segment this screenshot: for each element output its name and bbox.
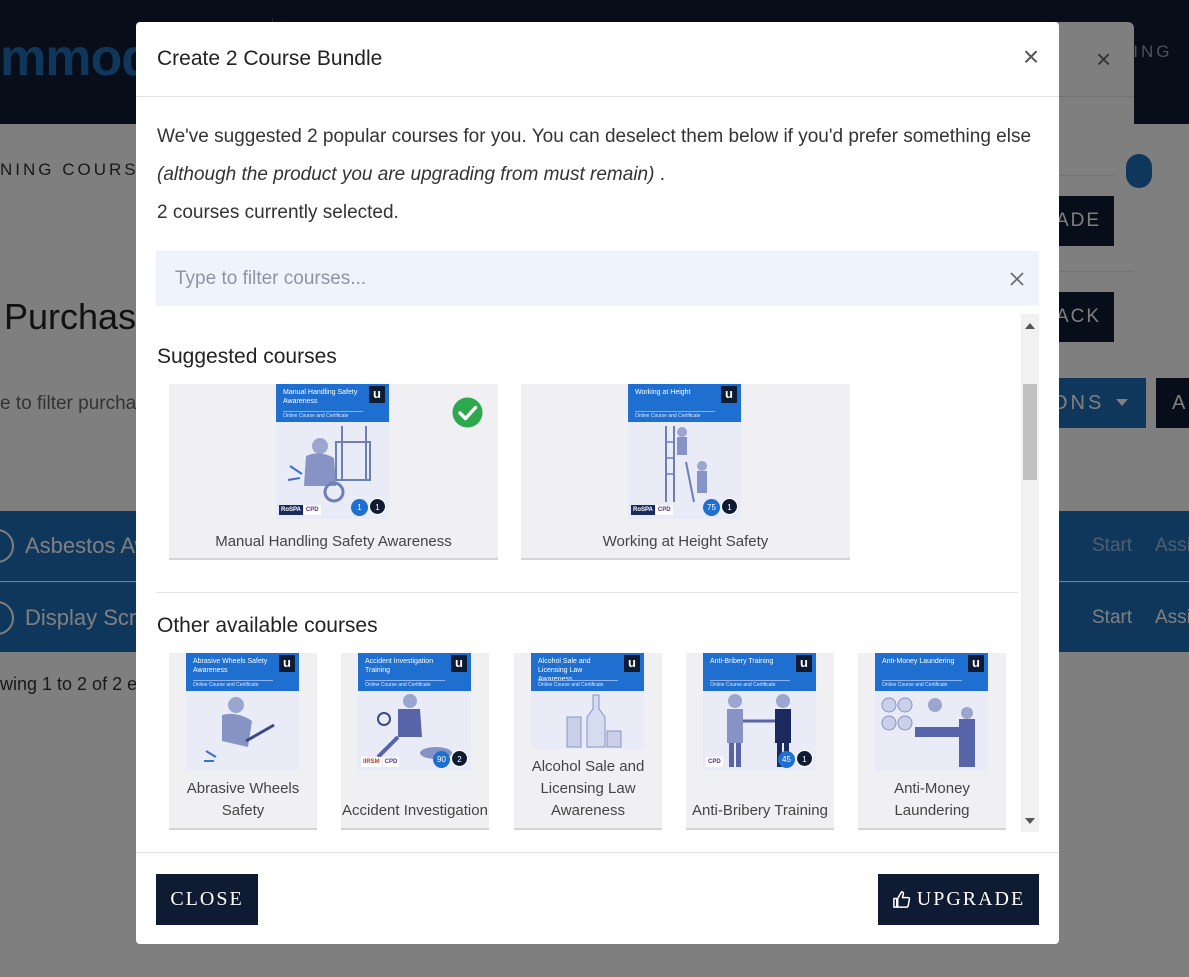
cpd-points-badge: 2 — [451, 750, 468, 767]
intro-end: . — [659, 164, 665, 185]
accreditation-logos: RoSPA CPD — [631, 498, 674, 516]
brand-logo-icon: u — [279, 655, 295, 672]
course-thumbnail: Manual Handling Safety Awareness Online … — [276, 384, 389, 519]
iirsm-logo: IIRSM — [361, 757, 382, 767]
rospa-logo: RoSPA — [279, 505, 303, 515]
brand-logo-icon: u — [369, 386, 385, 403]
course-filter-input[interactable] — [156, 251, 996, 306]
course-card-abrasive-wheels[interactable]: Abrasive Wheels Safety Awareness Online … — [169, 653, 317, 830]
brand-logo-icon: u — [451, 655, 467, 672]
course-card-accident-investigation[interactable]: Accident Investigation Training Online C… — [341, 653, 489, 830]
rospa-logo: RoSPA — [631, 505, 655, 515]
duration-badge: 45 — [778, 751, 795, 768]
cpd-points-badge: 1 — [796, 750, 813, 767]
intro-main: We've suggested 2 popular courses for yo… — [157, 126, 1032, 147]
course-thumbnail: Working at Height Online Course and Cert… — [628, 384, 741, 519]
cpd-logo: CPD — [655, 505, 673, 515]
grinder-worker-illustration — [204, 697, 275, 762]
thumbs-up-icon — [892, 891, 910, 908]
course-card-label: Alcohol Sale and Licensing Law Awareness — [531, 758, 645, 819]
course-card-label: Manual Handling Safety Awareness — [215, 533, 452, 550]
course-thumbnail: Abrasive Wheels Safety Awareness Online … — [186, 653, 299, 771]
accreditation-logos: RoSPA CPD — [279, 498, 322, 516]
course-card-label: Working at Height Safety — [602, 533, 769, 550]
course-thumbnail: Alcohol Sale and Licensing Law Awareness… — [531, 653, 644, 749]
course-card-anti-money-laundering[interactable]: Anti-Money Laundering Online Course and … — [858, 653, 1006, 830]
section-divider — [156, 592, 1018, 593]
course-list[interactable]: Suggested courses Manual Handling Safety… — [156, 314, 1039, 832]
intro-text: We've suggested 2 popular courses for yo… — [157, 118, 1047, 232]
scroll-up-arrow-icon[interactable] — [1025, 323, 1035, 329]
intro-italic: (although the product you are upgrading … — [157, 164, 655, 185]
course-card-label: Abrasive Wheels Safety — [186, 780, 300, 819]
thumbnail-subtitle: Online Course and Certificate — [283, 411, 363, 419]
thumbnail-subtitle: Online Course and Certificate — [538, 680, 618, 688]
thumbnail-badges: 11 — [350, 497, 386, 516]
close-icon[interactable]: × — [1020, 43, 1042, 71]
thumbnail-title: Working at Height — [635, 389, 691, 396]
thumbnail-subtitle: Online Course and Certificate — [635, 411, 715, 419]
cpd-points-badge: 1 — [721, 498, 738, 515]
close-button[interactable]: CLOSE — [156, 874, 258, 925]
cpd-logo: CPD — [382, 757, 400, 767]
course-card-label: Accident Investigation — [342, 802, 488, 819]
course-card-alcohol-sale[interactable]: Alcohol Sale and Licensing Law Awareness… — [514, 653, 662, 830]
suggested-courses-heading: Suggested courses — [157, 345, 337, 368]
selected-count: 2 courses currently selected. — [157, 202, 399, 223]
course-card-label: Anti-Bribery Training — [692, 802, 828, 819]
duration-badge: 75 — [703, 499, 720, 516]
thumbnail-title: Anti-Bribery Training — [710, 658, 774, 665]
thumbnail-title: Abrasive Wheels Safety Awareness — [193, 658, 268, 674]
course-filter — [156, 251, 1039, 306]
thumbnail-subtitle: Online Course and Certificate — [710, 680, 790, 688]
bottles-illustration — [566, 694, 622, 748]
course-bundle-modal: Create 2 Course Bundle × We've suggested… — [136, 22, 1059, 944]
course-thumbnail: Anti-Bribery Training Online Course and … — [703, 653, 816, 771]
course-thumbnail: Anti-Money Laundering Online Course and … — [875, 653, 988, 771]
cpd-logo: CPD — [706, 757, 723, 767]
thumbnail-badges: 90 2 — [432, 749, 468, 768]
brand-logo-icon: u — [721, 386, 737, 403]
thumbnail-subtitle: Online Course and Certificate — [365, 680, 445, 688]
clear-filter-icon[interactable] — [1008, 270, 1026, 288]
accreditation-logos: CPD — [706, 750, 724, 768]
thumbnail-badges: 45 1 — [777, 749, 813, 768]
course-card-working-at-height[interactable]: Working at Height Online Course and Cert… — [521, 384, 850, 560]
casino-illustration — [881, 697, 975, 767]
cpd-points-badge: 1 — [369, 498, 386, 515]
duration-badge: 90 — [433, 751, 450, 768]
duration-badge: 1 — [351, 499, 368, 516]
accreditation-logos: IIRSM CPD — [361, 750, 400, 768]
modal-footer: CLOSE UPGRADE — [136, 852, 1059, 944]
upgrade-button[interactable]: UPGRADE — [878, 874, 1039, 925]
cpd-logo: CPD — [303, 505, 321, 515]
course-card-manual-handling[interactable]: Manual Handling Safety Awareness Online … — [169, 384, 498, 560]
other-courses-heading: Other available courses — [157, 614, 378, 637]
thumbnail-title: Manual Handling Safety Awareness — [283, 389, 358, 405]
brand-logo-icon: u — [796, 655, 812, 672]
course-card-label: Anti-Money Laundering — [894, 780, 970, 819]
selected-check-icon — [452, 397, 483, 428]
course-thumbnail: Accident Investigation Training Online C… — [358, 653, 471, 771]
brand-logo-icon: u — [968, 655, 984, 672]
thumbnail-subtitle: Online Course and Certificate — [882, 680, 962, 688]
thumbnail-subtitle: Online Course and Certificate — [193, 680, 273, 688]
modal-title: Create 2 Course Bundle — [157, 47, 383, 70]
thumbnail-title: Anti-Money Laundering — [882, 658, 955, 665]
upgrade-button-label: UPGRADE — [916, 888, 1026, 910]
thumbnail-badges: 75 1 — [702, 497, 738, 516]
modal-header: Create 2 Course Bundle × — [136, 22, 1059, 97]
scroll-down-arrow-icon[interactable] — [1025, 818, 1035, 824]
course-card-anti-bribery[interactable]: Anti-Bribery Training Online Course and … — [686, 653, 834, 830]
thumbnail-title: Accident Investigation Training — [365, 658, 434, 674]
brand-logo-icon: u — [624, 655, 640, 672]
scrollbar-thumb[interactable] — [1023, 384, 1037, 480]
vertical-scrollbar[interactable] — [1021, 314, 1039, 832]
